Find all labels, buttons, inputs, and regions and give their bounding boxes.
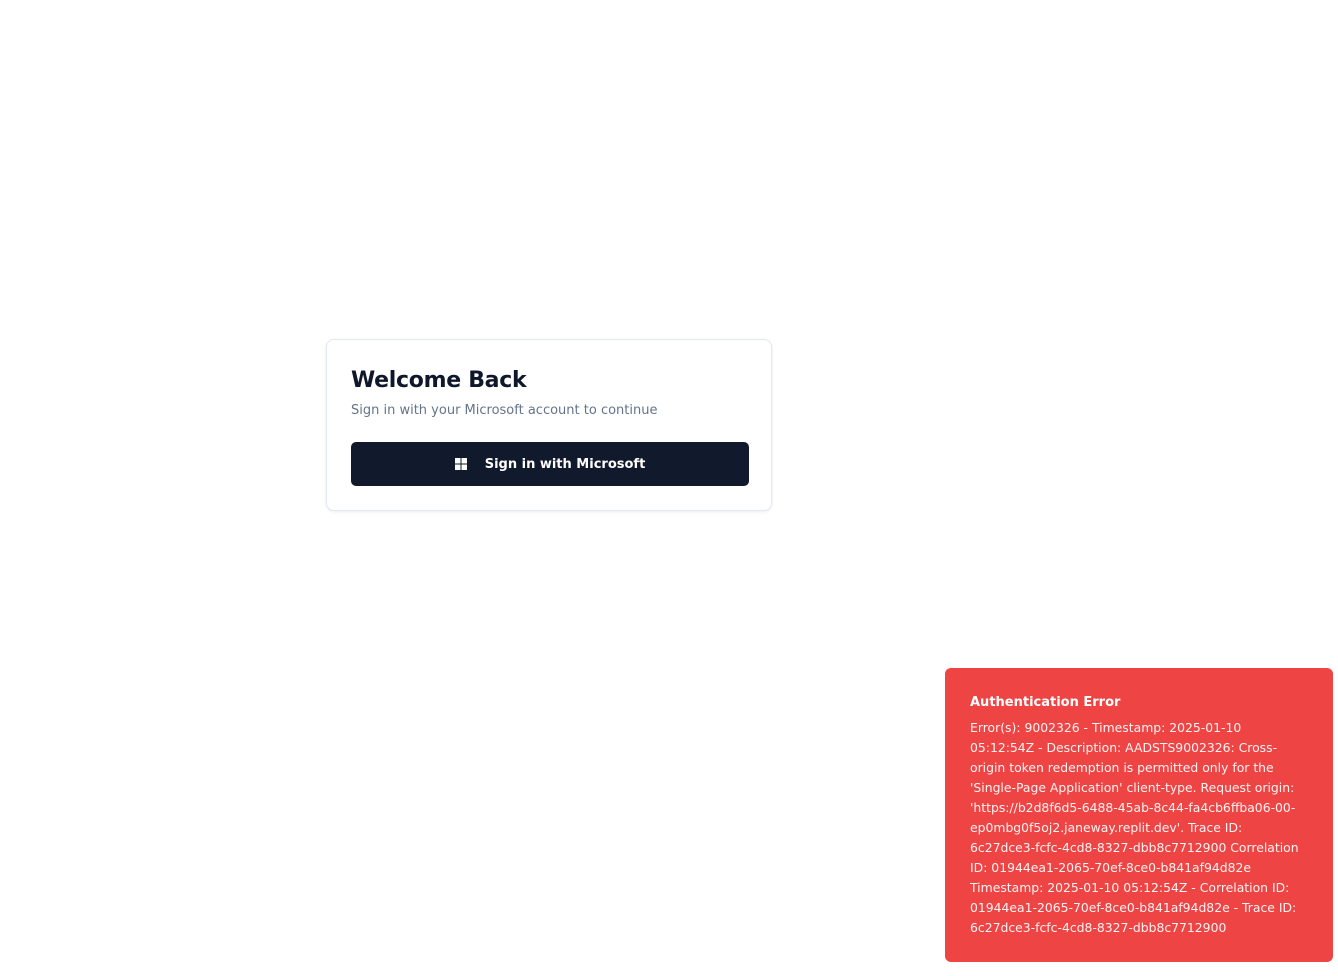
- authentication-error-toast[interactable]: Authentication Error Error(s): 9002326 -…: [945, 668, 1333, 962]
- login-card: Welcome Back Sign in with your Microsoft…: [326, 339, 772, 511]
- toast-title: Authentication Error: [970, 695, 1121, 710]
- windows-logo-icon: [454, 458, 467, 470]
- card-subtitle: Sign in with your Microsoft account to c…: [351, 403, 658, 418]
- sign-in-button-label: Sign in with Microsoft: [484, 456, 646, 472]
- login-page: Welcome Back Sign in with your Microsoft…: [0, 0, 1338, 976]
- card-title: Welcome Back: [351, 368, 527, 393]
- sign-in-with-microsoft-button[interactable]: Sign in with Microsoft: [351, 442, 749, 486]
- toast-message: Error(s): 9002326 - Timestamp: 2025-01-1…: [970, 720, 1299, 935]
